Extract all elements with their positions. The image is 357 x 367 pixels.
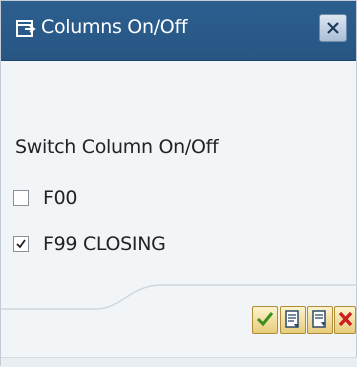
checkbox-f99-closing[interactable] xyxy=(13,236,29,252)
select-all-button[interactable] xyxy=(280,306,306,334)
checkmark-icon xyxy=(256,312,274,327)
column-label-f00: F00 xyxy=(43,187,78,209)
cancel-button[interactable] xyxy=(334,306,356,334)
columns-dialog: Columns On/Off Switch Column On/Off F00 … xyxy=(0,0,357,367)
deselect-all-button[interactable] xyxy=(307,306,333,334)
deselect-all-icon xyxy=(312,310,326,328)
column-label-f99-closing: F99 CLOSING xyxy=(43,233,166,255)
section-label: Switch Column On/Off xyxy=(15,136,219,158)
dialog-title: Columns On/Off xyxy=(41,16,188,38)
close-button[interactable] xyxy=(319,14,347,42)
dialog-titlebar[interactable]: Columns On/Off xyxy=(1,1,356,61)
confirm-button[interactable] xyxy=(252,306,278,334)
cancel-icon xyxy=(338,311,353,327)
close-icon xyxy=(327,22,339,34)
checkbox-f00[interactable] xyxy=(13,190,29,206)
checkmark-icon xyxy=(16,239,26,249)
window-icon xyxy=(16,19,36,39)
select-all-icon xyxy=(285,310,299,328)
